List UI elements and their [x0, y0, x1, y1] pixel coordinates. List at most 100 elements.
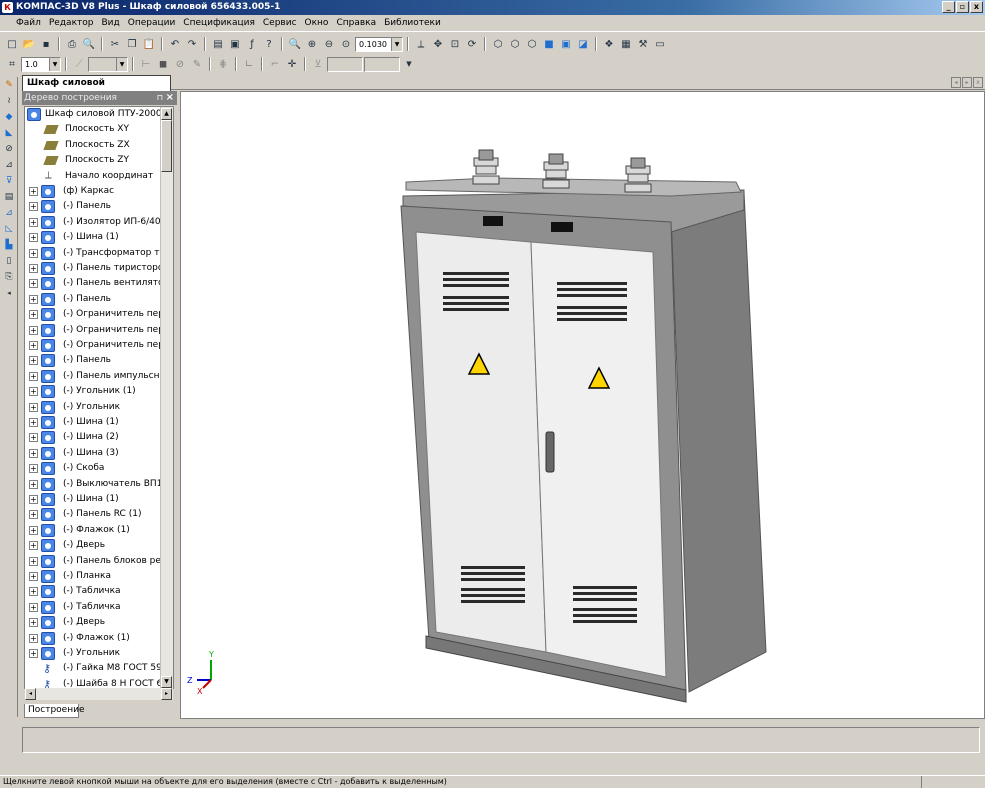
expand-toggle-icon[interactable]: +	[29, 248, 38, 258]
redo-icon[interactable]: ↷	[184, 36, 200, 52]
tree-item[interactable]: + (-) Шина (1)	[25, 492, 165, 507]
assembly-ops-icon[interactable]: ◆	[2, 110, 16, 124]
expand-toggle-icon[interactable]: +	[29, 264, 38, 273]
cabinet-3d-model[interactable]: Y Z X	[181, 92, 985, 720]
expand-toggle-icon[interactable]: +	[29, 587, 38, 597]
thin-hidden-lines-icon[interactable]: ⬡	[524, 36, 540, 52]
expand-toggle-icon[interactable]: +	[29, 510, 38, 520]
expand-toggle-icon[interactable]: +	[29, 572, 38, 581]
parts-icon[interactable]: ▙	[2, 238, 16, 252]
chevron-down-icon[interactable]: ▼	[49, 57, 60, 71]
zoom-out-icon[interactable]: ⊖	[321, 36, 337, 52]
tree-item[interactable]: + (ф) Каркас	[25, 184, 165, 199]
expand-toggle-icon[interactable]: +	[29, 310, 38, 320]
tab-next-icon[interactable]: ▸	[962, 77, 972, 88]
cut-icon[interactable]: ✂	[107, 36, 123, 52]
zoom-in-icon[interactable]: ⊕	[304, 36, 320, 52]
properties-icon[interactable]: ▣	[227, 36, 243, 52]
expand-toggle-icon[interactable]: +	[29, 433, 38, 443]
pencil-icon[interactable]: ✎	[189, 56, 205, 72]
tree-item[interactable]: + (-) Флажок (1)	[25, 523, 165, 538]
filter-icon[interactable]: ⊽	[2, 174, 16, 188]
hidden-lines-icon[interactable]: ⬡	[507, 36, 523, 52]
scroll-left-icon[interactable]: ◂	[25, 688, 36, 700]
tree-scroll-thumb[interactable]	[161, 120, 172, 172]
undo-icon[interactable]: ↶	[167, 36, 183, 52]
expand-toggle-icon[interactable]: +	[29, 541, 38, 551]
edit-group-icon[interactable]: ✎	[2, 78, 16, 92]
expand-toggle-icon[interactable]: +	[29, 618, 38, 628]
close-icon[interactable]: ×	[166, 91, 174, 105]
rotate-icon[interactable]: ⟳	[464, 36, 480, 52]
menu-service[interactable]: Сервис	[259, 15, 301, 31]
expand-toggle-icon[interactable]: +	[29, 187, 38, 196]
menu-libraries[interactable]: Библиотеки	[380, 15, 445, 31]
expand-toggle-icon[interactable]: +	[29, 325, 38, 335]
grid-step-icon[interactable]: ⌗	[4, 56, 20, 72]
chevron-down-icon[interactable]: ▼	[391, 37, 402, 51]
edit-part-icon[interactable]: ◼	[155, 56, 171, 72]
tree-item[interactable]: Плоскость ZY	[25, 153, 165, 168]
close-button[interactable]: x	[970, 1, 983, 13]
tab-close-icon[interactable]: x	[973, 77, 983, 88]
tree-item[interactable]: + (-) Изолятор ИП-6/400-3,7	[25, 215, 165, 230]
expand-toggle-icon[interactable]: +	[29, 418, 38, 427]
show-all-icon[interactable]: ⊡	[447, 36, 463, 52]
model-viewport[interactable]: Y Z X	[180, 91, 985, 719]
surfaces-icon[interactable]: ◣	[2, 126, 16, 140]
paste-icon[interactable]: 📋	[141, 36, 157, 52]
save-icon[interactable]: ▪	[38, 36, 54, 52]
expand-toggle-icon[interactable]: +	[29, 556, 38, 566]
copy-icon[interactable]: ❐	[124, 36, 140, 52]
tree-item[interactable]: + (-) Панель импульсных тр	[25, 369, 165, 384]
tree-item[interactable]: + (-) Панель вентиляторов	[25, 276, 165, 291]
tree-item[interactable]: Плоскость XY	[25, 122, 165, 137]
coordinates-icon[interactable]: ✛	[284, 56, 300, 72]
tree-item[interactable]: + (-) Флажок (1)	[25, 631, 165, 646]
maximize-button[interactable]: ▫	[956, 1, 969, 13]
dimension-icon[interactable]: ≀	[2, 94, 16, 108]
local-cs-icon[interactable]: ⌐	[267, 56, 283, 72]
chevron-down-icon[interactable]: ▼	[116, 57, 127, 71]
zoom-scale-combo[interactable]: 0.1030 ▼	[355, 36, 403, 52]
expand-toggle-icon[interactable]: +	[29, 448, 38, 458]
mates-icon[interactable]: ◺	[2, 222, 16, 236]
expand-toggle-icon[interactable]: +	[29, 479, 38, 489]
orientation-icon[interactable]: ⟂	[413, 36, 429, 52]
tree-item[interactable]: ⟂ Начало координат	[25, 169, 165, 184]
spec-icon[interactable]: ▤	[2, 190, 16, 204]
expand-toggle-icon[interactable]: +	[29, 525, 38, 535]
sketch-icon[interactable]: ⊢	[138, 56, 154, 72]
layer-icon[interactable]: ⟋	[71, 56, 87, 72]
tree-item[interactable]: + (-) Панель	[25, 292, 165, 307]
sketch-tool-icon[interactable]: ⊿	[2, 206, 16, 220]
tab-document[interactable]: Шкаф силовой 656433.005-1	[22, 75, 171, 102]
tree-item[interactable]: + (-) Панель	[25, 353, 165, 368]
scroll-down-icon[interactable]: ▼	[161, 676, 172, 688]
expand-toggle-icon[interactable]: +	[29, 495, 38, 504]
expand-toggle-icon[interactable]: +	[29, 602, 38, 612]
measure-tool-icon[interactable]: ⊿	[2, 158, 16, 172]
wireframe-icon[interactable]: ⬡	[490, 36, 506, 52]
kompas-app-icon[interactable]: К	[2, 2, 13, 13]
aux-geometry-icon[interactable]: ⊘	[2, 142, 16, 156]
grid-icon[interactable]: ⋕	[215, 56, 231, 72]
expand-toggle-icon[interactable]: +	[29, 279, 38, 289]
help-pointer-icon[interactable]: ?	[261, 36, 277, 52]
menu-specification[interactable]: Спецификация	[179, 15, 259, 31]
ortho-icon[interactable]: ∟	[241, 56, 257, 72]
menu-operations[interactable]: Операции	[124, 15, 180, 31]
snap-icon[interactable]: ⊘	[172, 56, 188, 72]
tree-item[interactable]: Шкаф силовой ПТУ-2000-6к-5	[25, 107, 165, 122]
expand-toggle-icon[interactable]: +	[29, 633, 38, 643]
layer-combo[interactable]: ▼	[88, 56, 128, 72]
open-file-icon[interactable]: 📂	[21, 36, 37, 52]
expand-toggle-icon[interactable]: +	[29, 217, 38, 227]
menu-help[interactable]: Справка	[332, 15, 380, 31]
tree-item[interactable]: + (-) Панель	[25, 199, 165, 214]
tree-item[interactable]: + (-) Табличка	[25, 600, 165, 615]
variables-icon[interactable]: ƒ	[244, 36, 260, 52]
tree-item[interactable]: + (-) Трансформатор тока (	[25, 246, 165, 261]
tree-item[interactable]: + (-) Шина (1)	[25, 230, 165, 245]
expand-toggle-icon[interactable]: +	[29, 294, 38, 304]
